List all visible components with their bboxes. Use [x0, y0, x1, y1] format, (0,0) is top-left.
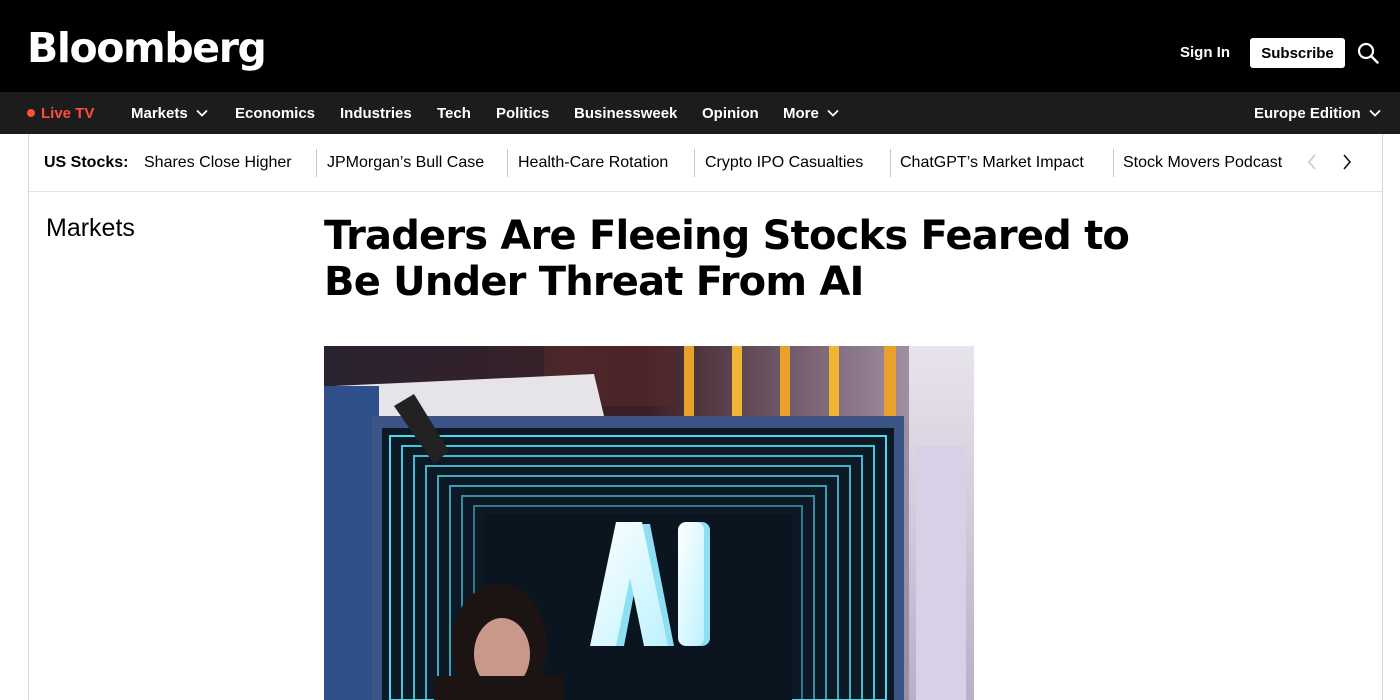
section-label[interactable]: Markets — [46, 213, 135, 243]
nav-opinion[interactable]: Opinion — [702, 92, 759, 134]
nav-industries[interactable]: Industries — [340, 92, 412, 134]
ticker-link[interactable]: Health-Care Rotation — [518, 153, 668, 173]
nav-economics[interactable]: Economics — [235, 92, 315, 134]
hero-image — [324, 346, 974, 700]
nav-markets-label: Markets — [131, 104, 188, 122]
chevron-right-icon[interactable] — [1342, 154, 1352, 170]
nav-businessweek[interactable]: Businessweek — [574, 92, 677, 134]
chevron-down-icon — [1369, 109, 1381, 117]
topic-ticker: US Stocks: Shares Close Higher JPMorgan’… — [29, 134, 1382, 192]
hero-illustration — [324, 346, 974, 700]
nav-live-tv-label: Live TV — [41, 104, 95, 122]
chevron-down-icon — [827, 109, 839, 117]
ticker-link[interactable]: Crypto IPO Casualties — [705, 153, 863, 173]
search-icon[interactable] — [1357, 42, 1379, 64]
ticker-link[interactable]: Shares Close Higher — [144, 153, 292, 173]
sign-in-link[interactable]: Sign In — [1180, 43, 1230, 63]
top-header: Bloomberg Sign In Subscribe — [0, 0, 1400, 92]
nav-markets[interactable]: Markets — [131, 92, 208, 134]
chevron-left-icon[interactable] — [1307, 154, 1317, 170]
nav-live-tv[interactable]: Live TV — [27, 92, 94, 134]
live-dot-icon — [27, 109, 35, 117]
edition-selector[interactable]: Europe Edition — [1254, 92, 1381, 134]
ticker-link[interactable]: Stock Movers Podcast — [1123, 153, 1282, 173]
nav-politics[interactable]: Politics — [496, 92, 549, 134]
main-nav: Live TV Markets Economics Industries Tec… — [0, 92, 1400, 134]
chevron-down-icon — [196, 109, 208, 117]
nav-tech[interactable]: Tech — [437, 92, 471, 134]
ticker-link[interactable]: JPMorgan’s Bull Case — [327, 153, 484, 173]
article-headline: Traders Are Fleeing Stocks Feared to Be … — [324, 213, 1130, 305]
nav-more-label: More — [783, 104, 819, 122]
ticker-divider — [316, 149, 317, 177]
ticker-divider — [1113, 149, 1114, 177]
ticker-divider — [694, 149, 695, 177]
bloomberg-logo[interactable]: Bloomberg — [27, 22, 267, 74]
ticker-link[interactable]: ChatGPT’s Market Impact — [900, 153, 1084, 173]
ticker-divider — [890, 149, 891, 177]
nav-more[interactable]: More — [783, 92, 839, 134]
subscribe-button[interactable]: Subscribe — [1250, 38, 1345, 68]
ticker-label: US Stocks: — [44, 154, 129, 171]
edition-label: Europe Edition — [1254, 104, 1361, 122]
ticker-divider — [507, 149, 508, 177]
